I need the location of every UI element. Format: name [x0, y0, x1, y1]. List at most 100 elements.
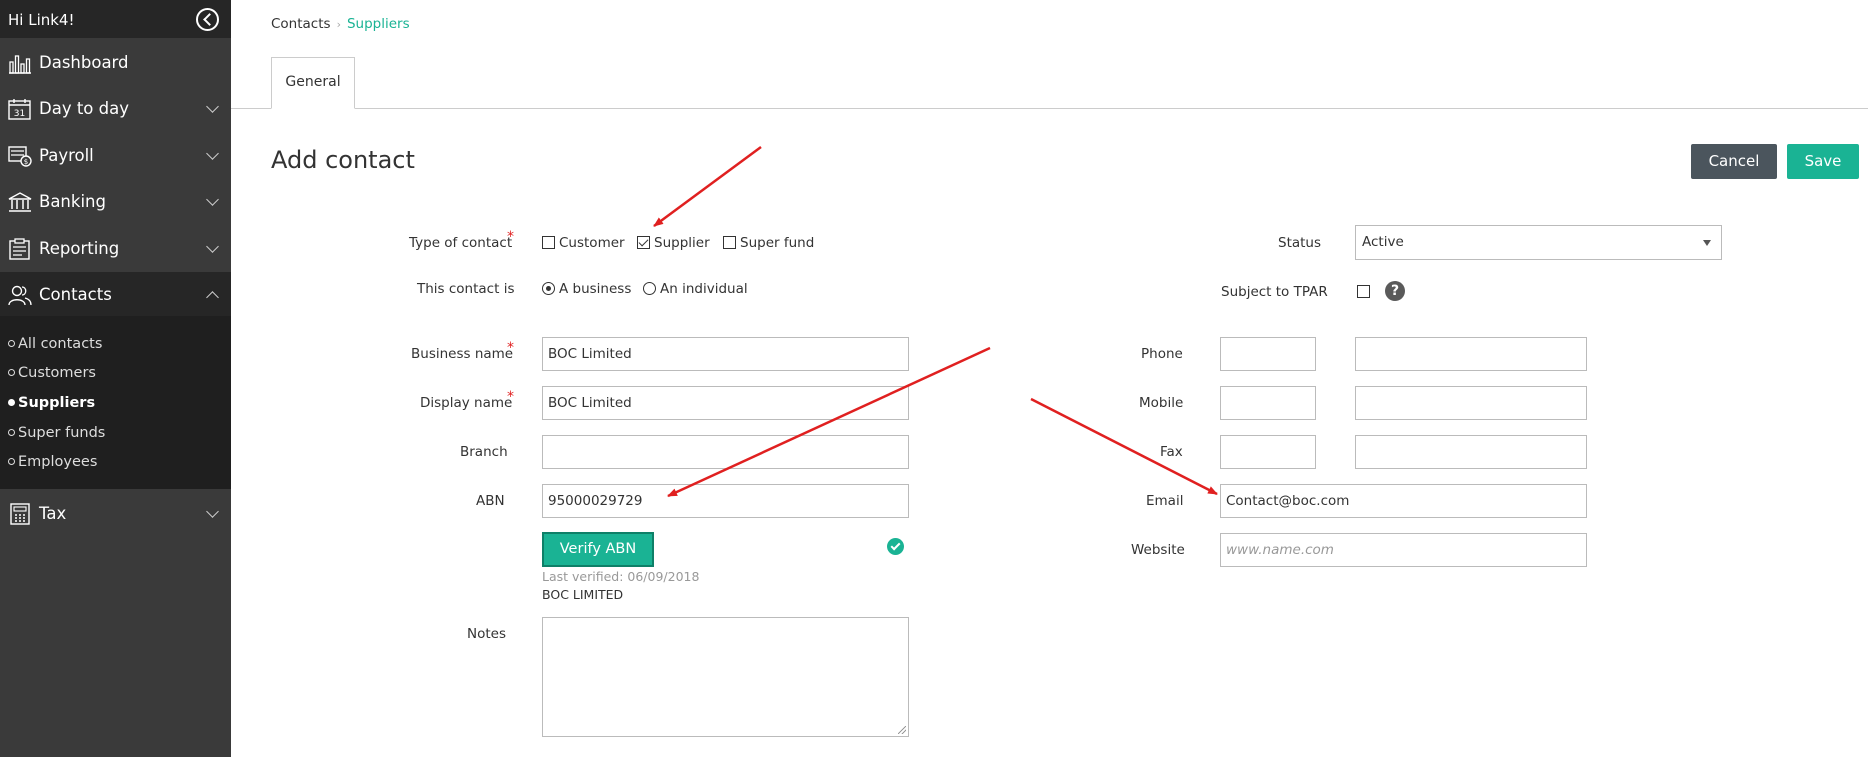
display-name-label: Display name	[420, 395, 513, 411]
annotation-arrow-email	[1030, 397, 1218, 496]
phone-number-input[interactable]	[1355, 337, 1587, 371]
required-marker: *	[507, 389, 514, 405]
super-fund-checkbox[interactable]	[723, 236, 736, 249]
svg-text:31: 31	[14, 109, 25, 119]
website-label: Website	[1131, 542, 1185, 558]
sidebar-item-reporting[interactable]: Reporting	[0, 226, 231, 272]
status-select[interactable]: Active	[1355, 225, 1722, 260]
mobile-number-input[interactable]	[1355, 386, 1587, 420]
sidebar-item-label: Reporting	[39, 239, 120, 258]
bullet-filled-icon	[8, 399, 15, 406]
submenu-item-all-contacts[interactable]: All contacts	[8, 336, 102, 352]
greeting-text: Hi Link4!	[8, 11, 75, 29]
contact-is-label: This contact is	[417, 281, 515, 297]
sidebar-item-day-to-day[interactable]: 31 Day to day	[0, 86, 231, 132]
website-input[interactable]: www.name.com	[1220, 533, 1587, 567]
customer-checkbox[interactable]	[542, 236, 555, 249]
bullet-icon	[8, 458, 15, 465]
business-name-label: Business name	[411, 346, 514, 362]
sidebar-item-contacts[interactable]: Contacts	[0, 272, 231, 318]
annotation-arrows	[653, 145, 1218, 498]
bullet-icon	[8, 369, 15, 376]
verified-check-icon	[887, 538, 904, 555]
sidebar: Hi Link4! Dashboard 31 Day to day $ Payr…	[0, 0, 231, 757]
super-fund-option-label: Super fund	[740, 235, 815, 251]
calculator-icon	[10, 503, 30, 525]
contacts-submenu: All contacts Customers Suppliers Super f…	[0, 316, 231, 489]
chevron-down-icon	[206, 193, 219, 206]
email-input[interactable]: Contact@boc.com	[1220, 484, 1587, 518]
tpar-label: Subject to TPAR	[1221, 284, 1328, 300]
notes-textarea[interactable]	[542, 617, 909, 737]
sidebar-item-label: Contacts	[39, 285, 112, 304]
mobile-area-code-input[interactable]	[1220, 386, 1316, 420]
supplier-option-label: Supplier	[654, 235, 710, 251]
save-button[interactable]: Save	[1787, 144, 1859, 179]
report-icon	[9, 238, 30, 260]
chevron-down-icon	[206, 147, 219, 160]
status-label: Status	[1278, 235, 1322, 251]
sidebar-item-label: Banking	[39, 192, 106, 211]
page-title: Add contact	[271, 146, 415, 174]
fax-number-input[interactable]	[1355, 435, 1587, 469]
phone-label: Phone	[1141, 346, 1183, 362]
required-marker: *	[507, 229, 514, 245]
an-individual-radio[interactable]	[643, 282, 656, 295]
tab-bar-divider	[231, 108, 1868, 109]
a-business-radio[interactable]	[542, 282, 555, 295]
resize-handle-icon[interactable]	[898, 726, 906, 734]
bullet-icon	[8, 429, 15, 436]
phone-area-code-input[interactable]	[1220, 337, 1316, 371]
payroll-icon: $	[8, 146, 32, 167]
sidebar-item-label: Payroll	[39, 146, 94, 165]
chevron-down-icon	[206, 505, 219, 518]
business-name-input[interactable]: BOC Limited	[542, 337, 909, 371]
collapse-sidebar-icon[interactable]	[196, 8, 219, 31]
chevron-down-icon	[206, 100, 219, 113]
submenu-item-employees[interactable]: Employees	[8, 454, 97, 470]
abn-input[interactable]: 95000029729	[542, 484, 909, 518]
help-icon[interactable]: ?	[1385, 281, 1405, 301]
cancel-button[interactable]: Cancel	[1691, 144, 1777, 179]
bank-icon	[8, 192, 32, 212]
sidebar-item-label: Day to day	[39, 99, 129, 118]
branch-label: Branch	[460, 444, 508, 460]
a-business-option-label: A business	[559, 281, 632, 297]
chevron-right-icon: ›	[336, 18, 341, 31]
notes-label: Notes	[467, 626, 506, 642]
bullet-icon	[8, 340, 15, 347]
tpar-checkbox[interactable]	[1357, 285, 1370, 298]
annotation-arrow-supplier	[653, 145, 762, 228]
verify-abn-button[interactable]: Verify ABN	[542, 532, 654, 567]
calendar-icon: 31	[8, 99, 31, 120]
branch-input[interactable]	[542, 435, 909, 469]
an-individual-option-label: An individual	[660, 281, 748, 297]
abn-entity-name: BOC LIMITED	[542, 587, 624, 602]
sidebar-item-dashboard[interactable]: Dashboard	[0, 40, 231, 86]
fax-area-code-input[interactable]	[1220, 435, 1316, 469]
abn-label: ABN	[476, 493, 505, 509]
submenu-item-customers[interactable]: Customers	[8, 365, 96, 381]
required-marker: *	[507, 340, 514, 356]
submenu-item-suppliers[interactable]: Suppliers	[8, 395, 95, 411]
svg-text:$: $	[24, 158, 28, 166]
breadcrumb-contacts-link[interactable]: Contacts	[271, 16, 331, 32]
contacts-icon	[8, 285, 32, 306]
breadcrumb: Contacts › Suppliers	[271, 16, 410, 32]
submenu-item-super-funds[interactable]: Super funds	[8, 425, 105, 441]
display-name-input[interactable]: BOC Limited	[542, 386, 909, 420]
sidebar-item-banking[interactable]: Banking	[0, 179, 231, 225]
dashboard-chart-icon	[9, 55, 31, 74]
tab-general[interactable]: General	[271, 57, 355, 109]
status-selected-value: Active	[1362, 234, 1404, 250]
chevron-up-icon	[206, 291, 219, 304]
email-label: Email	[1146, 493, 1184, 509]
sidebar-item-label: Tax	[39, 504, 67, 523]
fax-label: Fax	[1160, 444, 1183, 460]
chevron-down-icon	[206, 240, 219, 253]
type-of-contact-label: Type of contact	[409, 235, 513, 251]
supplier-checkbox[interactable]	[637, 236, 650, 249]
sidebar-item-tax[interactable]: Tax	[0, 491, 231, 537]
sidebar-item-payroll[interactable]: $ Payroll	[0, 133, 231, 179]
sidebar-item-label: Dashboard	[39, 53, 129, 72]
